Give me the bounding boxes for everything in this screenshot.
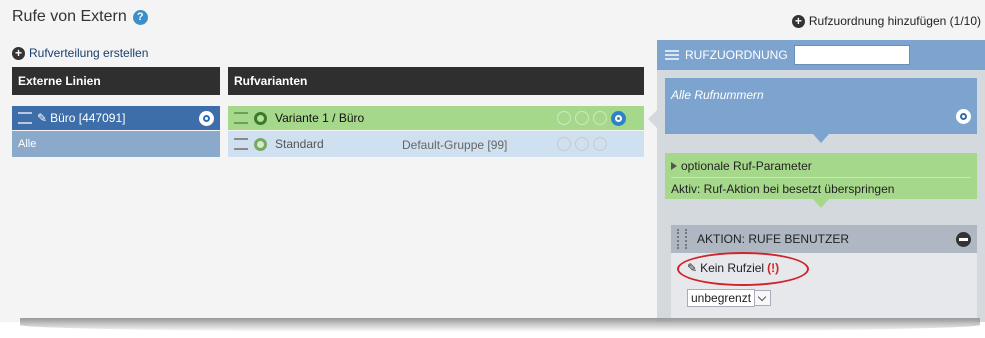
drag-handle-icon[interactable]	[18, 112, 32, 124]
drop-shadow	[20, 318, 980, 332]
help-icon[interactable]: ?	[132, 9, 148, 25]
duration-select[interactable]: unbegrenzt	[687, 289, 772, 307]
line-item-buero[interactable]: ✎ Büro [447091]	[12, 106, 220, 130]
variant-standard-status-icons	[557, 137, 607, 151]
calendar-status-icon[interactable]	[575, 111, 589, 125]
time-status-icon[interactable]	[557, 137, 571, 151]
menu-icon[interactable]	[665, 50, 679, 60]
status-dot-icon	[254, 137, 267, 151]
expand-arrow-icon	[671, 162, 677, 170]
settings-gear-icon[interactable]	[199, 110, 214, 126]
assignment-panel-header: RUFZUORDNUNG	[657, 40, 985, 70]
settings-gear-icon[interactable]	[956, 109, 971, 124]
busy-status-icon[interactable]	[593, 111, 607, 125]
numbers-box[interactable]: Alle Rufnummern	[665, 78, 977, 134]
assignment-name-input[interactable]	[793, 45, 910, 65]
optional-params-toggle[interactable]: optionale Ruf-Parameter	[665, 153, 977, 173]
plus-icon: +	[12, 46, 25, 60]
variants-column-header: Rufvarianten	[228, 67, 644, 95]
page-title: Rufe von Extern ?	[12, 8, 148, 26]
calendar-status-icon[interactable]	[575, 137, 589, 151]
optional-params-box[interactable]: optionale Ruf-Parameter Aktiv: Ruf-Aktio…	[665, 153, 977, 199]
pencil-icon: ✎	[687, 261, 698, 275]
plus-icon: +	[791, 14, 805, 28]
action-box: AKTION: RUFE BENUTZER ✎ Kein Rufziel (!)…	[671, 225, 977, 322]
pencil-icon[interactable]: ✎	[37, 111, 47, 125]
active-params-text: Aktiv: Ruf-Aktion bei besetzt überspring…	[671, 177, 971, 196]
flow-arrow-icon	[813, 134, 829, 143]
variant-group-label: Default-Gruppe [99]	[402, 138, 508, 152]
busy-status-icon[interactable]	[593, 137, 607, 151]
drag-handle-icon[interactable]	[234, 112, 248, 124]
time-status-icon[interactable]	[557, 111, 571, 125]
variant-1-status-icons	[557, 111, 626, 126]
remove-action-icon[interactable]	[956, 231, 971, 247]
lines-column-header: Externe Linien	[12, 67, 220, 95]
settings-gear-icon[interactable]	[611, 111, 626, 126]
chevron-down-icon[interactable]	[755, 290, 772, 306]
flow-arrow-icon	[813, 199, 829, 208]
grip-handle-icon[interactable]	[677, 229, 687, 249]
warning-badge: (!)	[767, 261, 780, 275]
add-assignment-button[interactable]: + Rufzuordnung hinzufügen (1/10)	[791, 14, 981, 28]
no-target-link[interactable]: ✎ Kein Rufziel (!)	[687, 261, 779, 275]
action-header: AKTION: RUFE BENUTZER	[671, 225, 977, 253]
assignment-panel: RUFZUORDNUNG Alle Rufnummern optionale R…	[657, 40, 985, 322]
status-dot-icon	[254, 111, 267, 125]
create-distribution-button[interactable]: + Rufverteilung erstellen	[12, 46, 148, 60]
app-window: Rufe von Extern ? + Rufzuordnung hinzufü…	[0, 0, 985, 322]
line-filter-all[interactable]: Alle	[12, 131, 220, 157]
drag-handle-icon[interactable]	[234, 138, 248, 150]
panel-pointer	[648, 110, 657, 128]
